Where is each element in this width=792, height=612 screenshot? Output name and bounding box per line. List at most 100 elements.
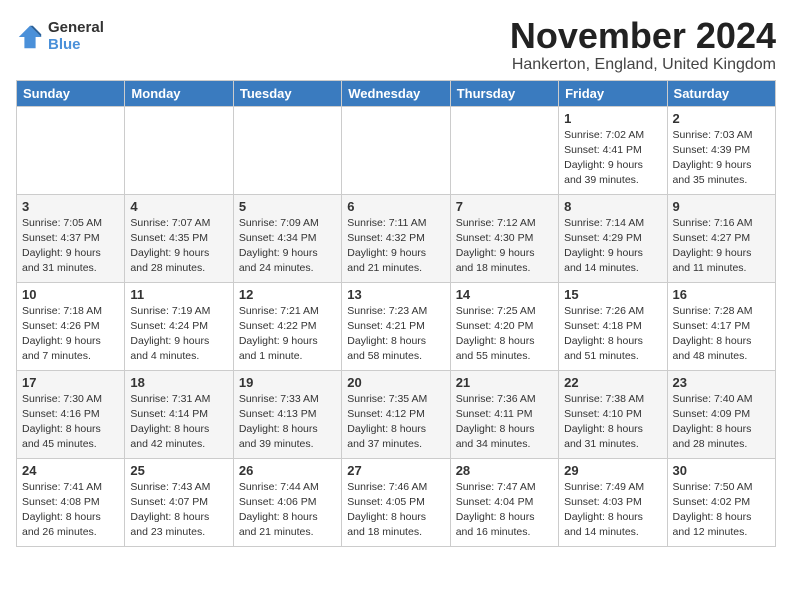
day-info: Sunrise: 7:05 AM Sunset: 4:37 PM Dayligh…: [22, 216, 119, 277]
calendar-cell: 22Sunrise: 7:38 AM Sunset: 4:10 PM Dayli…: [559, 370, 667, 458]
day-info: Sunrise: 7:09 AM Sunset: 4:34 PM Dayligh…: [239, 216, 336, 277]
calendar-header-thursday: Thursday: [450, 80, 558, 106]
calendar-cell: 27 Sunrise: 7:46 AM Sunset: 4:05 PM Dayli…: [342, 458, 450, 546]
calendar-cell: [233, 106, 341, 194]
day-info: Sunrise: 7:44 AM Sunset: 4:06 PM Dayligh…: [239, 480, 336, 541]
day-info: Sunrise: 7:11 AM Sunset: 4:32 PM Dayligh…: [347, 216, 444, 277]
calendar-cell: 15Sunrise: 7:26 AM Sunset: 4:18 PM Dayli…: [559, 282, 667, 370]
location-subtitle: Hankerton, England, United Kingdom: [510, 56, 776, 74]
day-info: Sunrise: 7:26 AM Sunset: 4:18 PM Dayligh…: [564, 304, 661, 365]
day-number: 24: [22, 463, 119, 478]
day-info: Sunrise: 7:14 AM Sunset: 4:29 PM Dayligh…: [564, 216, 661, 277]
title-block: November 2024 Hankerton, England, United…: [510, 16, 776, 74]
calendar-cell: 12 Sunrise: 7:21 AM Sunset: 4:22 PM Dayli…: [233, 282, 341, 370]
day-info: Sunrise: 7:03 AM Sunset: 4:39 PM Dayligh…: [673, 128, 770, 189]
calendar-week-row: 24 Sunrise: 7:41 AM Sunset: 4:08 PM Dayli…: [17, 458, 776, 546]
logo-icon: [16, 23, 44, 51]
day-info: Sunrise: 7:23 AM Sunset: 4:21 PM Dayligh…: [347, 304, 444, 365]
day-number: 5: [239, 199, 336, 214]
day-number: 27: [347, 463, 444, 478]
logo-text: General Blue: [48, 20, 104, 53]
calendar-cell: 29 Sunrise: 7:49 AM Sunset: 4:03 PM Dayli…: [559, 458, 667, 546]
logo-blue-text: Blue: [48, 37, 104, 54]
calendar-header-tuesday: Tuesday: [233, 80, 341, 106]
day-number: 22: [564, 375, 661, 390]
calendar-week-row: 3 Sunrise: 7:05 AM Sunset: 4:37 PM Daylig…: [17, 194, 776, 282]
day-info: Sunrise: 7:31 AM Sunset: 4:14 PM Dayligh…: [130, 392, 227, 453]
day-number: 11: [130, 287, 227, 302]
day-info: Sunrise: 7:47 AM Sunset: 4:04 PM Dayligh…: [456, 480, 553, 541]
day-info: Sunrise: 7:36 AM Sunset: 4:11 PM Dayligh…: [456, 392, 553, 453]
day-info: Sunrise: 7:49 AM Sunset: 4:03 PM Dayligh…: [564, 480, 661, 541]
calendar-cell: 28 Sunrise: 7:47 AM Sunset: 4:04 PM Dayli…: [450, 458, 558, 546]
calendar-cell: 25 Sunrise: 7:43 AM Sunset: 4:07 PM Dayli…: [125, 458, 233, 546]
day-number: 23: [673, 375, 770, 390]
day-number: 12: [239, 287, 336, 302]
day-number: 28: [456, 463, 553, 478]
calendar-cell: 17Sunrise: 7:30 AM Sunset: 4:16 PM Dayli…: [17, 370, 125, 458]
day-info: Sunrise: 7:21 AM Sunset: 4:22 PM Dayligh…: [239, 304, 336, 365]
day-number: 7: [456, 199, 553, 214]
day-number: 25: [130, 463, 227, 478]
calendar-cell: 14 Sunrise: 7:25 AM Sunset: 4:20 PM Dayli…: [450, 282, 558, 370]
calendar-header-wednesday: Wednesday: [342, 80, 450, 106]
calendar-cell: 30 Sunrise: 7:50 AM Sunset: 4:02 PM Dayli…: [667, 458, 775, 546]
day-info: Sunrise: 7:07 AM Sunset: 4:35 PM Dayligh…: [130, 216, 227, 277]
day-info: Sunrise: 7:19 AM Sunset: 4:24 PM Dayligh…: [130, 304, 227, 365]
calendar-cell: 18 Sunrise: 7:31 AM Sunset: 4:14 PM Dayli…: [125, 370, 233, 458]
calendar-cell: 24 Sunrise: 7:41 AM Sunset: 4:08 PM Dayli…: [17, 458, 125, 546]
day-number: 9: [673, 199, 770, 214]
day-info: Sunrise: 7:50 AM Sunset: 4:02 PM Dayligh…: [673, 480, 770, 541]
day-number: 20: [347, 375, 444, 390]
calendar-header-friday: Friday: [559, 80, 667, 106]
calendar-cell: 19Sunrise: 7:33 AM Sunset: 4:13 PM Dayli…: [233, 370, 341, 458]
calendar-cell: 10 Sunrise: 7:18 AM Sunset: 4:26 PM Dayli…: [17, 282, 125, 370]
calendar-cell: 6Sunrise: 7:11 AM Sunset: 4:32 PM Daylig…: [342, 194, 450, 282]
calendar-cell: 9 Sunrise: 7:16 AM Sunset: 4:27 PM Daylig…: [667, 194, 775, 282]
day-number: 10: [22, 287, 119, 302]
calendar-header-monday: Monday: [125, 80, 233, 106]
day-info: Sunrise: 7:16 AM Sunset: 4:27 PM Dayligh…: [673, 216, 770, 277]
day-info: Sunrise: 7:33 AM Sunset: 4:13 PM Dayligh…: [239, 392, 336, 453]
calendar-week-row: 1Sunrise: 7:02 AM Sunset: 4:41 PM Daylig…: [17, 106, 776, 194]
calendar-header-row: SundayMondayTuesdayWednesdayThursdayFrid…: [17, 80, 776, 106]
calendar-cell: 2Sunrise: 7:03 AM Sunset: 4:39 PM Daylig…: [667, 106, 775, 194]
calendar-cell: [342, 106, 450, 194]
calendar-cell: 11 Sunrise: 7:19 AM Sunset: 4:24 PM Dayli…: [125, 282, 233, 370]
day-number: 18: [130, 375, 227, 390]
day-info: Sunrise: 7:12 AM Sunset: 4:30 PM Dayligh…: [456, 216, 553, 277]
calendar-cell: 26Sunrise: 7:44 AM Sunset: 4:06 PM Dayli…: [233, 458, 341, 546]
day-number: 30: [673, 463, 770, 478]
day-info: Sunrise: 7:35 AM Sunset: 4:12 PM Dayligh…: [347, 392, 444, 453]
calendar-header-saturday: Saturday: [667, 80, 775, 106]
calendar-cell: [450, 106, 558, 194]
day-number: 13: [347, 287, 444, 302]
calendar-cell: 3 Sunrise: 7:05 AM Sunset: 4:37 PM Daylig…: [17, 194, 125, 282]
calendar-cell: 8 Sunrise: 7:14 AM Sunset: 4:29 PM Daylig…: [559, 194, 667, 282]
calendar-cell: 4Sunrise: 7:07 AM Sunset: 4:35 PM Daylig…: [125, 194, 233, 282]
day-info: Sunrise: 7:43 AM Sunset: 4:07 PM Dayligh…: [130, 480, 227, 541]
day-info: Sunrise: 7:30 AM Sunset: 4:16 PM Dayligh…: [22, 392, 119, 453]
calendar-week-row: 17Sunrise: 7:30 AM Sunset: 4:16 PM Dayli…: [17, 370, 776, 458]
day-info: Sunrise: 7:41 AM Sunset: 4:08 PM Dayligh…: [22, 480, 119, 541]
logo-general-text: General: [48, 20, 104, 37]
day-number: 8: [564, 199, 661, 214]
header: General Blue November 2024 Hankerton, En…: [16, 16, 776, 74]
day-info: Sunrise: 7:46 AM Sunset: 4:05 PM Dayligh…: [347, 480, 444, 541]
day-number: 29: [564, 463, 661, 478]
day-number: 1: [564, 111, 661, 126]
logo: General Blue: [16, 20, 104, 53]
calendar-cell: [125, 106, 233, 194]
calendar-cell: 1Sunrise: 7:02 AM Sunset: 4:41 PM Daylig…: [559, 106, 667, 194]
calendar-week-row: 10 Sunrise: 7:18 AM Sunset: 4:26 PM Dayli…: [17, 282, 776, 370]
day-number: 3: [22, 199, 119, 214]
day-info: Sunrise: 7:25 AM Sunset: 4:20 PM Dayligh…: [456, 304, 553, 365]
calendar-table: SundayMondayTuesdayWednesdayThursdayFrid…: [16, 80, 776, 547]
day-number: 16: [673, 287, 770, 302]
day-info: Sunrise: 7:28 AM Sunset: 4:17 PM Dayligh…: [673, 304, 770, 365]
calendar-cell: 7 Sunrise: 7:12 AM Sunset: 4:30 PM Daylig…: [450, 194, 558, 282]
day-info: Sunrise: 7:40 AM Sunset: 4:09 PM Dayligh…: [673, 392, 770, 453]
day-info: Sunrise: 7:18 AM Sunset: 4:26 PM Dayligh…: [22, 304, 119, 365]
day-number: 14: [456, 287, 553, 302]
month-title: November 2024: [510, 16, 776, 56]
